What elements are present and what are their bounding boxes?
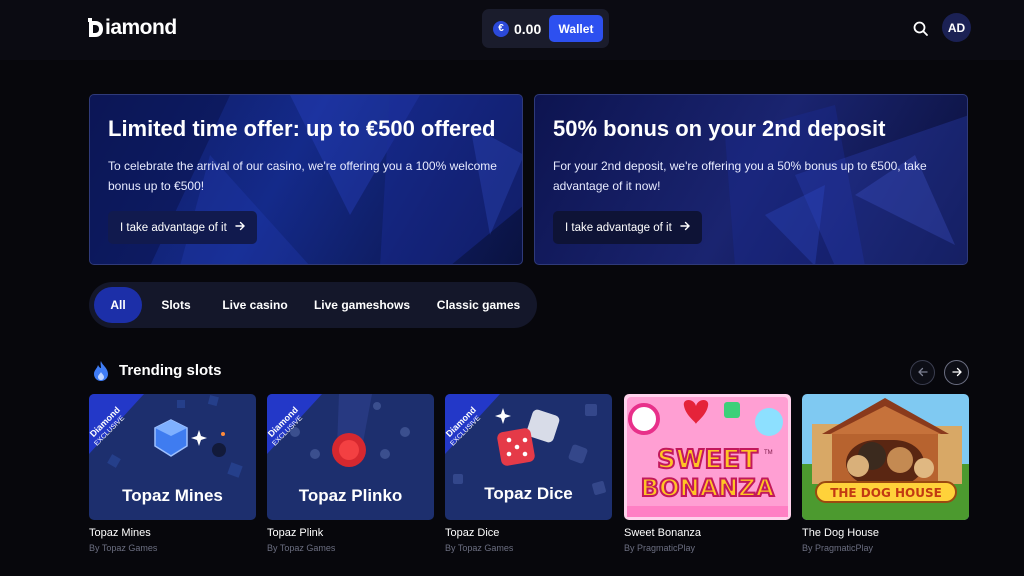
game-card-topaz-mines[interactable]: Diamond EXCLUSIVE Topaz Mines	[89, 394, 256, 520]
arrow-left-icon	[917, 364, 928, 382]
game-art-title-top: SWEET	[657, 445, 758, 475]
wallet-button[interactable]: Wallet	[549, 15, 603, 42]
game-thumbnail: THE DOG HOUSE	[802, 394, 969, 520]
flame-icon	[91, 360, 111, 382]
promo-cta-label: I take advantage of it	[120, 221, 227, 234]
balance-amount: 0.00	[514, 20, 542, 37]
promo-cta-button[interactable]: I take advantage of it	[553, 211, 702, 244]
game-card-the-dog-house[interactable]: THE DOG HOUSE	[802, 394, 969, 520]
category-tabs: All Slots Live casino Live gameshows Cla…	[89, 282, 537, 328]
game-provider: By PragmaticPlay	[624, 543, 696, 553]
tab-live-gameshows[interactable]: Live gameshows	[311, 287, 413, 323]
promo-cta-button[interactable]: I take advantage of it	[108, 211, 257, 244]
game-thumbnail: Diamond EXCLUSIVE Topaz Dice	[445, 394, 612, 520]
euro-icon: €	[493, 20, 509, 37]
game-name[interactable]: Sweet Bonanza	[624, 527, 701, 539]
carousel-prev-button[interactable]	[910, 360, 935, 385]
top-header: iamond € 0.00 Wallet AD	[0, 0, 1024, 60]
promo-cta-label: I take advantage of it	[565, 221, 672, 234]
arrow-right-icon	[235, 221, 245, 234]
game-thumbnail: Diamond EXCLUSIVE Topaz Mines	[89, 394, 256, 520]
arrow-right-icon	[951, 364, 962, 382]
game-art-title: Topaz Mines	[122, 486, 223, 505]
promo-title: Limited time offer: up to €500 offered	[108, 116, 496, 141]
tab-slots[interactable]: Slots	[149, 287, 203, 323]
game-card-topaz-plink[interactable]: Diamond EXCLUSIVE Topaz Plinko	[267, 394, 434, 520]
promo-card-welcome: Limited time offer: up to €500 offered T…	[89, 94, 523, 265]
game-thumbnail: Diamond EXCLUSIVE Topaz Plinko	[267, 394, 434, 520]
promo-description: To celebrate the arrival of our casino, …	[108, 159, 497, 193]
game-name[interactable]: Topaz Mines	[89, 527, 151, 539]
arrow-right-icon	[680, 221, 690, 234]
wallet-balance-box: € 0.00 Wallet	[482, 9, 609, 48]
game-art-title-bottom: BONANZA	[641, 474, 775, 502]
game-art-title: Topaz Dice	[484, 484, 572, 503]
tab-all[interactable]: All	[94, 287, 142, 323]
promo-title: 50% bonus on your 2nd deposit	[553, 116, 886, 141]
game-name[interactable]: Topaz Dice	[445, 527, 499, 539]
carousel-next-button[interactable]	[944, 360, 969, 385]
game-provider: By Topaz Games	[445, 543, 514, 553]
tab-classic-games[interactable]: Classic games	[431, 287, 526, 323]
game-provider: By PragmaticPlay	[802, 543, 874, 553]
tab-live-casino[interactable]: Live casino	[213, 287, 297, 323]
diamond-logo-icon	[88, 18, 104, 38]
promo-card-second-deposit: 50% bonus on your 2nd deposit For your 2…	[534, 94, 968, 265]
game-thumbnail: SWEET TM BONANZA	[624, 394, 791, 520]
diamond-logo[interactable]: iamond	[88, 15, 177, 41]
game-name[interactable]: Topaz Plink	[267, 527, 323, 539]
game-art-title: Topaz Plinko	[299, 486, 403, 505]
promo-description: For your 2nd deposit, we're offering you…	[553, 159, 927, 193]
game-card-sweet-bonanza[interactable]: SWEET TM BONANZA	[624, 394, 791, 520]
logo-text: iamond	[105, 16, 177, 39]
game-art-title: THE DOG HOUSE	[830, 486, 942, 500]
game-card-topaz-dice[interactable]: Diamond EXCLUSIVE Topaz Dice	[445, 394, 612, 520]
section-title-trending: Trending slots	[119, 362, 222, 379]
user-avatar[interactable]: AD	[942, 13, 971, 42]
search-icon[interactable]	[910, 18, 932, 40]
game-art-trademark: TM	[764, 450, 773, 456]
game-name[interactable]: The Dog House	[802, 527, 879, 539]
game-provider: By Topaz Games	[267, 543, 336, 553]
game-provider: By Topaz Games	[89, 543, 158, 553]
